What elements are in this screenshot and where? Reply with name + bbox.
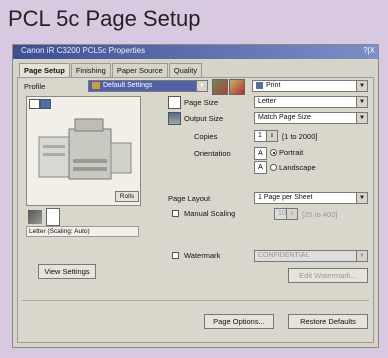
page-size-value: Letter: [258, 98, 276, 105]
window-title: Canon iR C3200 PCL5c Properties: [21, 46, 146, 55]
slide-frame: PCL 5c Page Setup Canon iR C3200 PCL5c P…: [0, 0, 388, 358]
restore-defaults-button[interactable]: Restore Defaults: [288, 314, 368, 329]
watermark-value: CONFIDENTIAL: [258, 252, 310, 259]
output-size-value: Match Page Size: [258, 114, 311, 121]
portrait-radio[interactable]: [270, 149, 277, 156]
manual-scaling-checkbox[interactable]: [172, 210, 179, 217]
printer-image: [38, 118, 132, 180]
chevron-down-icon: ▼: [356, 97, 367, 107]
landscape-radio[interactable]: [270, 164, 277, 171]
chevron-down-icon: ▼: [356, 113, 367, 123]
copies-value: 1: [258, 132, 262, 139]
add-profile-icon[interactable]: [212, 79, 228, 95]
profile-value: Default Settings: [103, 82, 153, 89]
copies-range: [1 to 2000]: [282, 132, 318, 141]
stapler-icon: [28, 210, 42, 224]
portrait-label: Portrait: [279, 148, 304, 157]
page-size-label: Page Size: [184, 98, 219, 107]
profile-icon: [92, 81, 100, 89]
orientation-label: Orientation: [194, 149, 231, 158]
view-settings-button[interactable]: View Settings: [38, 264, 96, 279]
page-size-select[interactable]: Letter ▼: [254, 96, 368, 108]
tab-bar: Page Setup Finishing Paper Source Qualit…: [19, 63, 203, 77]
chevron-down-icon: ▼: [356, 251, 367, 261]
watermark-label: Watermark: [184, 251, 221, 260]
copies-label: Copies: [194, 132, 218, 141]
page-options-button[interactable]: Page Options...: [204, 314, 274, 329]
page-icon: [46, 208, 60, 226]
watermark-select[interactable]: CONFIDENTIAL ▼: [254, 250, 368, 262]
chevron-down-icon: ▼: [356, 193, 367, 203]
page-preview-icon[interactable]: [29, 99, 40, 109]
divider: [22, 300, 369, 301]
landscape-label: Landscape: [279, 163, 316, 172]
output-size-select[interactable]: Match Page Size ▼: [254, 112, 368, 124]
tab-quality[interactable]: Quality: [168, 63, 203, 77]
spin-icon[interactable]: ⇕: [266, 131, 277, 141]
edit-profile-icon[interactable]: [229, 79, 245, 95]
manual-scaling-label: Manual Scaling: [184, 209, 236, 218]
close-icon[interactable]: ?|X: [363, 46, 375, 55]
copies-stepper[interactable]: 1 ⇕: [254, 130, 278, 142]
page-title: PCL 5c Page Setup: [8, 6, 201, 31]
edit-watermark-button[interactable]: Edit Watermark...: [288, 268, 368, 283]
page-layout-select[interactable]: 1 Page per Sheet ▼: [254, 192, 368, 204]
chevron-down-icon: ▼: [356, 81, 367, 91]
chevron-down-icon: ▼: [196, 81, 207, 91]
output-size-label: Output Size: [184, 114, 224, 123]
preview-caption: Letter (Scaling: Auto): [26, 226, 139, 237]
page-layout-label: Page Layout: [168, 194, 211, 203]
scaling-range: [25 to 400]: [302, 210, 338, 219]
page-size-icon: [168, 96, 181, 109]
printer-view-icon[interactable]: [40, 99, 51, 109]
page-setup-panel: Profile Default Settings ▼ Print ▼ Rolls…: [17, 77, 374, 343]
portrait-icon: A: [254, 147, 267, 160]
spin-icon[interactable]: ⇕: [286, 209, 297, 219]
window-titlebar: Canon iR C3200 PCL5c Properties ?|X: [13, 45, 378, 59]
watermark-checkbox[interactable]: [172, 252, 179, 259]
printer-preview: Rolls: [26, 96, 141, 206]
output-size-icon: [168, 112, 181, 125]
output-method-select[interactable]: Print ▼: [252, 80, 368, 92]
rolls-badge[interactable]: Rolls: [115, 191, 139, 202]
page-layout-value: 1 Page per Sheet: [258, 194, 313, 201]
tab-paper-source[interactable]: Paper Source: [111, 63, 168, 77]
tab-page-setup[interactable]: Page Setup: [19, 63, 70, 77]
tab-finishing[interactable]: Finishing: [70, 63, 111, 77]
scaling-stepper[interactable]: 100 ⇕: [274, 208, 298, 220]
output-method-value: Print: [266, 82, 281, 89]
printer-small-icon: [256, 81, 263, 89]
properties-dialog: Canon iR C3200 PCL5c Properties ?|X Page…: [12, 44, 379, 348]
profile-select[interactable]: Default Settings ▼: [88, 80, 208, 92]
landscape-icon: A: [254, 161, 267, 174]
profile-label: Profile: [24, 82, 46, 91]
